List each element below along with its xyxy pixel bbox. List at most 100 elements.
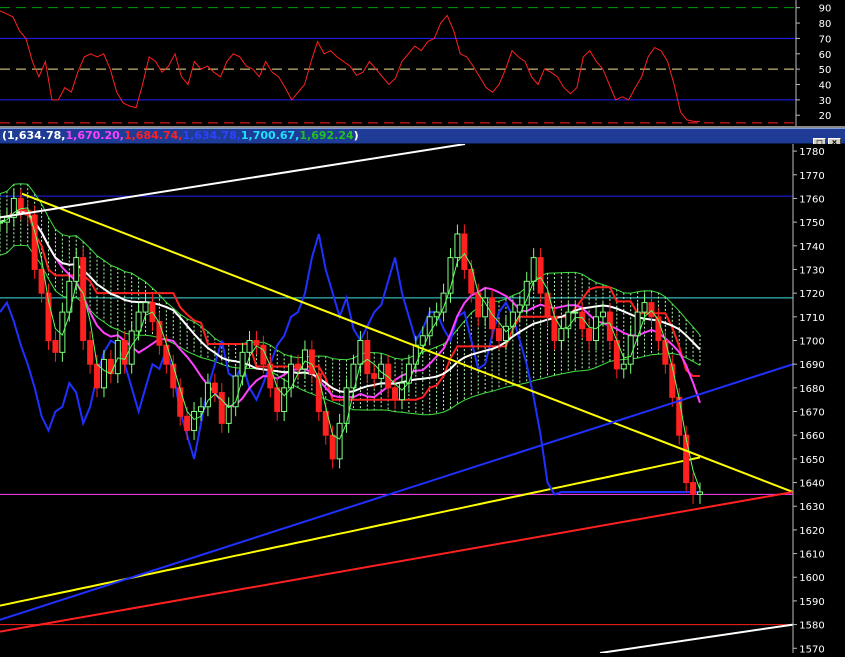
candle-up — [641, 302, 648, 313]
candle-up — [565, 311, 572, 330]
trendline-white-lower — [599, 623, 794, 654]
candle-up — [530, 257, 537, 282]
candle-down — [218, 392, 225, 424]
price-chart: 1570 1580 1590 1600 1610 1620 1630 1640 1650 1660… — [0, 143, 845, 655]
candle-down — [662, 339, 669, 365]
price-tick-label: 1740 — [799, 242, 824, 253]
candle-up — [191, 411, 198, 431]
candle-down — [537, 257, 544, 294]
candle-down — [170, 363, 177, 389]
osc-series-line — [0, 10, 700, 122]
candle-down — [94, 363, 101, 389]
oscillator-chart: 20 30 40 50 60 70 80 90 — [0, 0, 832, 126]
candle-down — [274, 387, 281, 413]
price-tick-label: 1730 — [799, 265, 824, 276]
candle-down — [690, 482, 697, 495]
price-tick-label: 1680 — [799, 384, 824, 395]
candle-up — [114, 339, 121, 375]
candle-up — [73, 257, 80, 282]
candle-up — [620, 363, 627, 370]
legend-value: (1,634.78, — [2, 129, 66, 142]
trendline-red — [0, 491, 794, 633]
candle-down — [52, 339, 59, 353]
price-panel: 1570 1580 1590 1600 1610 1620 1630 1640 1650 1660… — [0, 143, 845, 655]
price-tick-label: 1590 — [799, 597, 824, 608]
price-tick-label: 1630 — [799, 502, 824, 513]
candle-up — [142, 302, 149, 313]
candle-up — [627, 335, 634, 365]
candlesticks — [0, 188, 703, 504]
candle-down — [31, 214, 38, 270]
candle-up — [378, 363, 385, 379]
candle-up — [599, 311, 606, 318]
moving-average-long — [0, 456, 701, 607]
candle-up — [59, 311, 66, 353]
price-tick-label: 1640 — [799, 479, 824, 490]
legend-value: 1,700.67, — [240, 129, 300, 142]
candle-down — [87, 339, 94, 365]
trendline-white-upper — [0, 143, 466, 219]
candle-up — [246, 339, 253, 353]
chart-window-titlebar[interactable]: (1,634.78,1,670.20,1,684.74,1,634.78,1,7… — [0, 128, 845, 149]
candle-up — [343, 387, 350, 424]
osc-tick-label: 20 — [819, 111, 832, 122]
legend-value: 1,684.74, — [123, 129, 183, 142]
candle-up — [135, 311, 142, 332]
osc-tick-label: 70 — [819, 34, 832, 45]
candle-down — [177, 387, 184, 417]
osc-tick-label: 60 — [819, 50, 832, 61]
candle-down — [461, 233, 468, 270]
price-tick-label: 1780 — [799, 147, 824, 158]
candle-down — [392, 387, 399, 401]
price-tick-label: 1670 — [799, 408, 824, 419]
osc-tick-label: 40 — [819, 81, 832, 92]
price-tick-label: 1650 — [799, 455, 824, 466]
legend-value: ) — [353, 129, 359, 142]
candle-up — [336, 422, 343, 460]
candle-down — [648, 302, 655, 318]
candle-down — [329, 434, 336, 460]
window-buttons: □ × — [811, 130, 841, 149]
price-tick-label: 1710 — [799, 313, 824, 324]
legend-value: 1,634.78, — [182, 129, 241, 142]
candle-down — [364, 339, 371, 375]
price-tick-label: 1690 — [799, 360, 824, 371]
price-tick-label: 1750 — [799, 218, 824, 229]
candle-down — [489, 297, 496, 330]
candle-down — [475, 292, 482, 318]
price-tick-label: 1770 — [799, 171, 824, 182]
candle-down — [184, 415, 191, 431]
candle-down — [211, 382, 218, 394]
candle-up — [357, 339, 364, 365]
candle-up — [502, 325, 509, 341]
candle-up — [523, 280, 530, 306]
candle-down — [156, 321, 163, 346]
candle-up — [433, 311, 440, 318]
candle-down — [496, 328, 503, 341]
candle-up — [281, 387, 288, 413]
osc-tick-label: 50 — [819, 65, 832, 76]
price-tick-label: 1600 — [799, 573, 824, 584]
candle-up — [225, 406, 232, 424]
indicator-legend: (1,634.78,1,670.20,1,684.74,1,634.78,1,7… — [2, 129, 359, 143]
legend-value: 1,692.24 — [299, 129, 354, 142]
candle-up — [572, 311, 579, 314]
legend-value: 1,670.20, — [65, 129, 124, 142]
osc-tick-label: 30 — [819, 96, 832, 107]
price-tick-label: 1580 — [799, 621, 824, 632]
oscillator-panel: 20 30 40 50 60 70 80 90 — [0, 0, 845, 126]
candle-down — [107, 358, 114, 375]
candle-up — [398, 382, 405, 401]
candle-down — [38, 268, 45, 294]
price-tick-label: 1720 — [799, 289, 824, 300]
candle-down — [586, 328, 593, 341]
candle-up — [197, 406, 204, 413]
candle-down — [676, 396, 683, 436]
osc-tick-label: 90 — [819, 4, 832, 15]
price-tick-label: 1760 — [799, 194, 824, 205]
price-tick-label: 1610 — [799, 550, 824, 561]
price-tick-label: 1620 — [799, 526, 824, 537]
candle-down — [253, 339, 260, 346]
candle-down — [121, 339, 128, 365]
candle-up — [454, 233, 461, 259]
